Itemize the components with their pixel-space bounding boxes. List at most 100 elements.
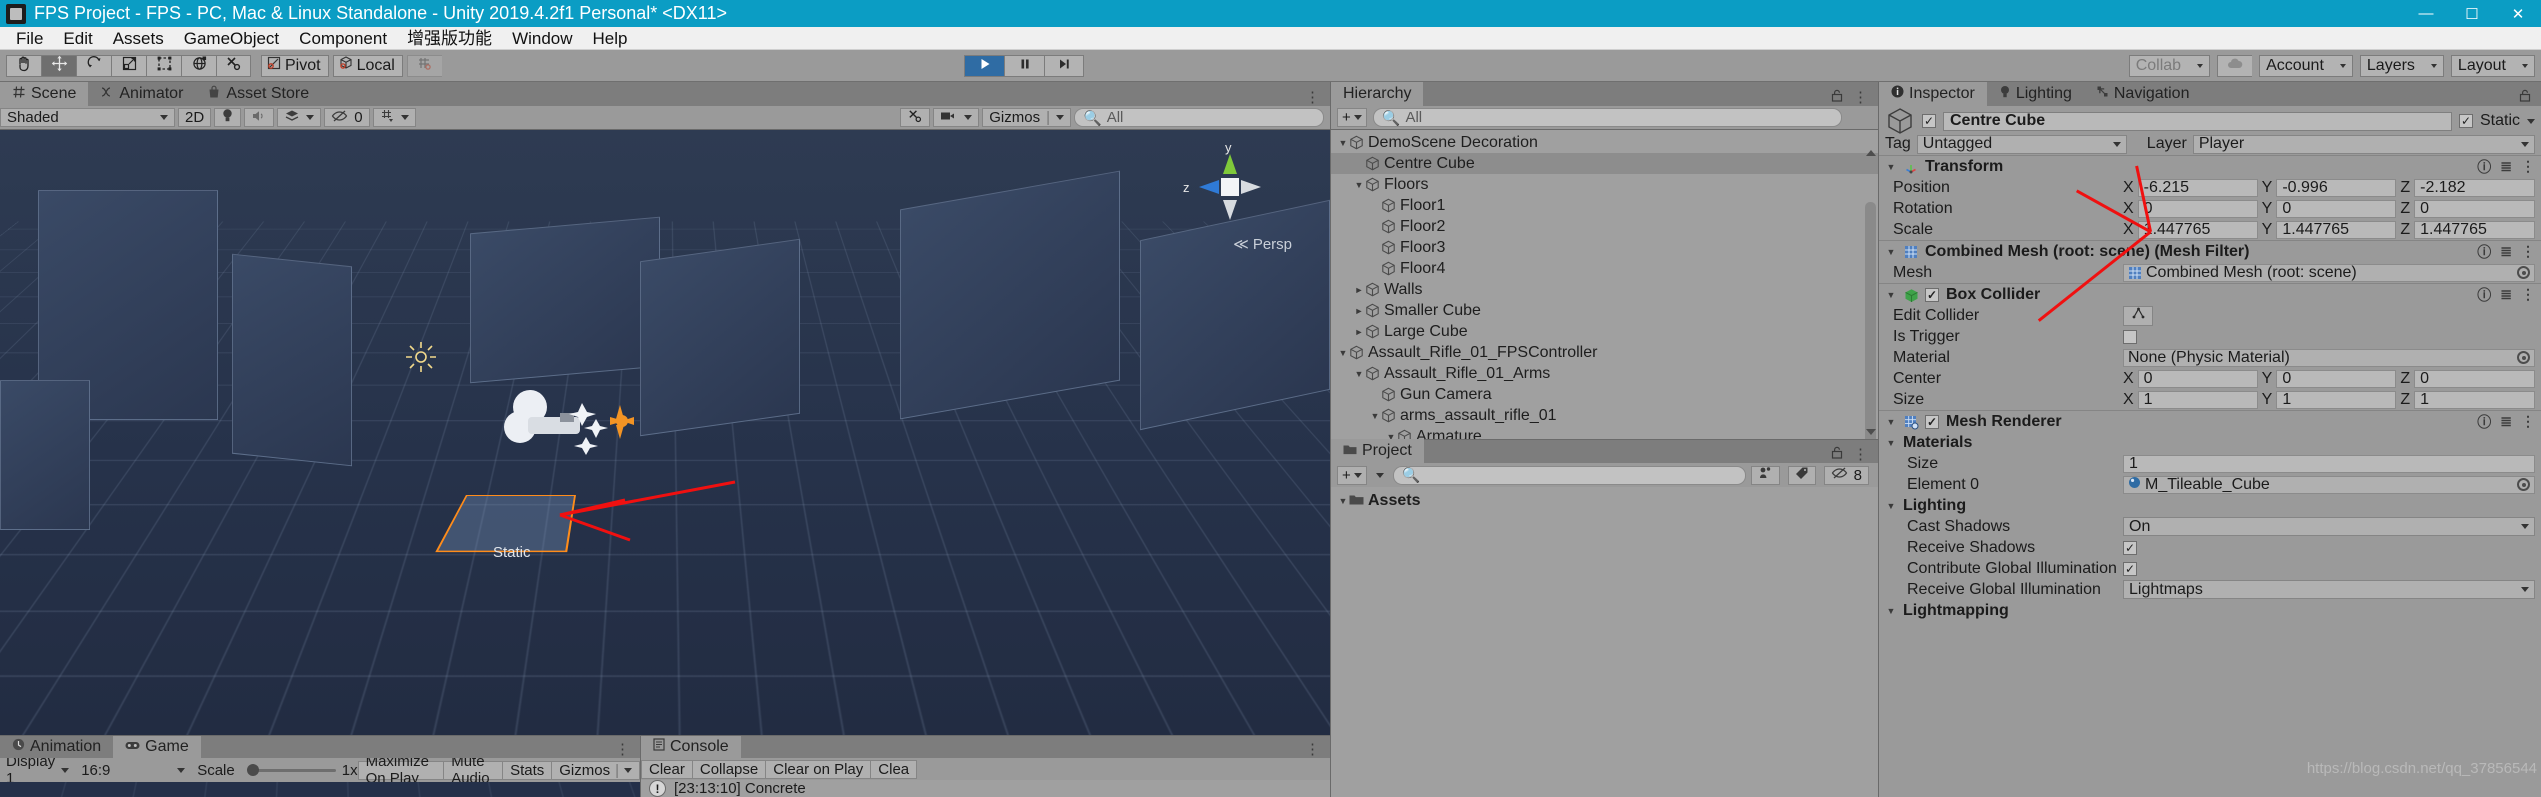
collider-size-y-input[interactable]: 1 — [2276, 390, 2397, 409]
menu-item-window[interactable]: Window — [502, 27, 582, 50]
hierarchy-search-input[interactable]: 🔍 All — [1372, 108, 1842, 127]
chevron-down-icon[interactable] — [2527, 118, 2535, 124]
scene-view-axis-gizmo[interactable]: y z — [1183, 140, 1275, 232]
mesh-filter-component-header[interactable]: ▼ Combined Mesh (root: scene) (Mesh Filt… — [1879, 240, 2541, 262]
chevron-right-icon[interactable]: ► — [1353, 306, 1365, 316]
lock-icon[interactable] — [2519, 89, 2531, 106]
mesh-renderer-enabled-checkbox[interactable]: ✓ — [1925, 414, 1939, 429]
lock-icon[interactable] — [1831, 446, 1843, 463]
menu-item-help[interactable]: Help — [583, 27, 638, 50]
scene-gizmos-dropdown[interactable]: Gizmos | — [982, 108, 1071, 127]
tab-lighting[interactable]: Lighting — [1986, 82, 2084, 106]
chevron-down-icon[interactable]: ▼ — [1353, 369, 1365, 379]
game-aspect-dropdown[interactable]: 16:9 — [75, 761, 191, 780]
menu-item-enhanced[interactable]: 增强版功能 — [397, 27, 502, 50]
pivot-toggle-button[interactable]: Pivot — [261, 54, 329, 77]
hierarchy-item-assault-rifle-01-fpscontroller[interactable]: ▼ Assault_Rifle_01_FPSController — [1331, 342, 1878, 363]
kebab-menu-icon[interactable]: ⋮ — [615, 740, 630, 758]
position-x-input[interactable]: -6.215 — [2137, 178, 2258, 197]
project-favorites-button[interactable] — [1750, 465, 1780, 485]
is-trigger-checkbox[interactable] — [2123, 329, 2137, 344]
project-root-row[interactable]: ▼ Assets — [1331, 490, 1878, 511]
scale-tool-button[interactable] — [111, 54, 146, 77]
hierarchy-item-floor4[interactable]: Floor4 — [1331, 258, 1878, 279]
preset-icon[interactable]: ≣ — [2500, 243, 2512, 260]
scene-search-input[interactable]: 🔍 All — [1074, 108, 1324, 127]
tab-console[interactable]: Console — [641, 736, 741, 758]
menu-item-file[interactable]: File — [6, 27, 53, 50]
slider-knob[interactable] — [246, 764, 259, 776]
scene-lighting-toggle[interactable] — [214, 108, 242, 127]
chevron-down-icon[interactable]: ▼ — [1353, 180, 1365, 190]
scale-y-input[interactable]: 1.447765 — [2276, 220, 2397, 239]
chevron-down-icon[interactable]: ▼ — [1885, 162, 1897, 172]
hierarchy-item-floor3[interactable]: Floor3 — [1331, 237, 1878, 258]
console-entry-row[interactable]: ! [23:13:10] Concrete — [641, 780, 1330, 797]
preset-icon[interactable]: ≣ — [2500, 286, 2512, 303]
hierarchy-item-large-cube[interactable]: ► Large Cube — [1331, 321, 1878, 342]
chevron-down-icon[interactable]: ▼ — [1369, 411, 1381, 421]
chevron-down-icon[interactable]: ▼ — [1885, 417, 1897, 427]
perspective-label[interactable]: ≪ Persp — [1233, 235, 1292, 253]
maximize-button[interactable]: ☐ — [2449, 0, 2495, 27]
hand-tool-button[interactable] — [6, 54, 41, 77]
toggle-2d-button[interactable]: 2D — [178, 108, 212, 127]
chevron-right-icon[interactable]: ► — [1353, 327, 1365, 337]
contribute-gi-checkbox[interactable]: ✓ — [2123, 561, 2137, 576]
hierarchy-item-assault-rifle-01-arms[interactable]: ▼ Assault_Rifle_01_Arms — [1331, 363, 1878, 384]
hierarchy-tree[interactable]: ▼ DemoScene Decoration Centre Cube ▼ Floors… — [1331, 130, 1878, 439]
collider-size-z-input[interactable]: 1 — [2414, 390, 2536, 409]
help-icon[interactable]: ⓘ — [2477, 285, 2491, 305]
materials-foldout[interactable]: ▼ Materials — [1879, 432, 2541, 453]
tab-animator[interactable]: Animator — [88, 82, 196, 106]
object-picker-icon[interactable] — [2517, 351, 2530, 364]
hierarchy-item-floor2[interactable]: Floor2 — [1331, 216, 1878, 237]
help-icon[interactable]: ⓘ — [2477, 412, 2491, 432]
scene-viewport[interactable]: Static y z ≪ Persp — [0, 130, 1330, 735]
hierarchy-item-centre-cube[interactable]: Centre Cube — [1331, 153, 1878, 174]
edit-collider-button[interactable] — [2123, 305, 2153, 326]
move-tool-button[interactable] — [41, 54, 76, 77]
chevron-down-icon[interactable]: ▼ — [1337, 138, 1349, 148]
custom-tool-button[interactable] — [216, 54, 251, 77]
tab-inspector[interactable]: Inspector — [1879, 82, 1987, 106]
scale-z-input[interactable]: 1.447765 — [2414, 220, 2536, 239]
help-icon[interactable]: ⓘ — [2477, 157, 2491, 177]
console-clear-on-build-button[interactable]: Clea — [870, 759, 918, 779]
mute-audio-button[interactable]: Mute Audio — [443, 753, 503, 787]
kebab-menu-icon[interactable]: ⋮ — [2521, 286, 2535, 303]
mesh-object-field[interactable]: Combined Mesh (root: scene) — [2123, 263, 2535, 282]
tab-hierarchy[interactable]: Hierarchy — [1331, 82, 1424, 106]
chevron-down-icon[interactable]: ▼ — [1337, 348, 1349, 358]
kebab-menu-icon[interactable]: ⋮ — [2521, 243, 2535, 260]
position-y-input[interactable]: -0.996 — [2276, 178, 2397, 197]
project-tree[interactable]: ▼ Assets — [1331, 487, 1878, 797]
hierarchy-scrollbar[interactable] — [1865, 150, 1876, 439]
object-name-field[interactable]: Centre Cube — [1943, 111, 2452, 131]
scene-tools-button[interactable] — [900, 108, 931, 127]
kebab-menu-icon[interactable]: ⋮ — [2521, 158, 2535, 175]
step-button[interactable] — [1044, 54, 1085, 77]
preset-icon[interactable]: ≣ — [2500, 413, 2512, 430]
project-add-button[interactable]: + — [1337, 465, 1367, 485]
menu-item-component[interactable]: Component — [289, 27, 397, 50]
static-checkbox[interactable]: ✓ — [2458, 114, 2473, 128]
scroll-up-arrow-icon[interactable] — [1866, 150, 1876, 156]
chevron-right-icon[interactable]: ► — [1353, 285, 1365, 295]
receive-gi-dropdown[interactable]: Lightmaps — [2123, 580, 2535, 599]
game-gizmos-dropdown[interactable]: Gizmos | — [551, 760, 640, 780]
rotation-z-input[interactable]: 0 — [2414, 199, 2536, 218]
project-label-button[interactable] — [1787, 465, 1816, 485]
scene-audio-toggle[interactable] — [244, 108, 275, 127]
box-collider-component-header[interactable]: ▼ ✓ Box Collider ⓘ ≣ ⋮ — [1879, 283, 2541, 305]
transform-tool-button[interactable] — [181, 54, 216, 77]
mesh-renderer-component-header[interactable]: ▼ ✓ Mesh Renderer ⓘ ≣ ⋮ — [1879, 410, 2541, 432]
kebab-menu-icon[interactable]: ⋮ — [1305, 740, 1320, 758]
chevron-down-icon[interactable]: ▼ — [1885, 290, 1897, 300]
scene-fx-dropdown[interactable] — [277, 108, 322, 127]
layout-button[interactable]: Layout — [2450, 54, 2535, 77]
scale-x-input[interactable]: 1.447765 — [2137, 220, 2258, 239]
scroll-down-arrow-icon[interactable] — [1866, 429, 1876, 435]
collider-center-x-input[interactable]: 0 — [2137, 369, 2258, 388]
preset-icon[interactable]: ≣ — [2500, 158, 2512, 175]
